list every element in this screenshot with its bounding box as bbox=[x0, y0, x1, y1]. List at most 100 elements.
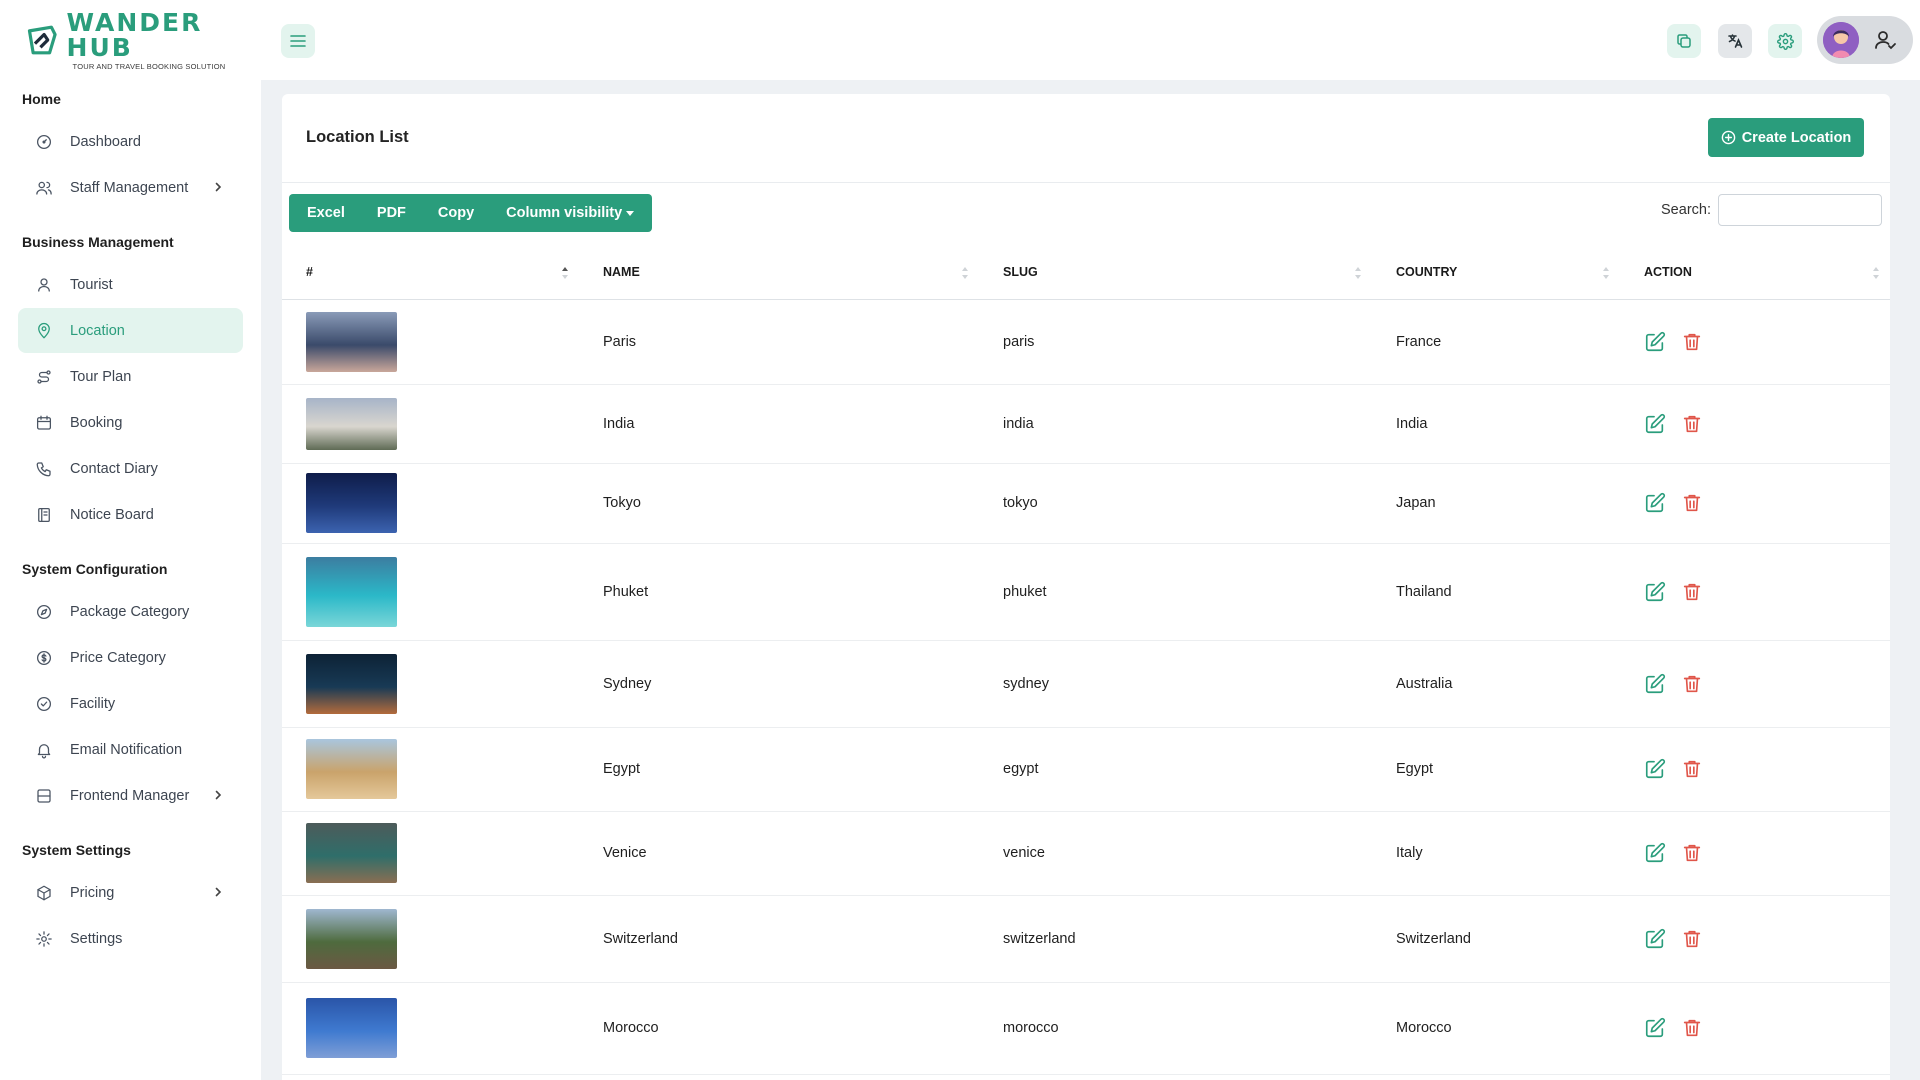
column-header-name[interactable]: NAME bbox=[579, 246, 979, 300]
sidebar-item-label: Staff Management bbox=[70, 179, 189, 196]
delete-icon[interactable] bbox=[1681, 413, 1703, 435]
delete-icon[interactable] bbox=[1681, 581, 1703, 603]
edit-icon[interactable] bbox=[1644, 673, 1666, 695]
sort-arrows-icon[interactable] bbox=[961, 266, 969, 280]
sidebar-item-location[interactable]: Location bbox=[18, 308, 243, 353]
location-thumbnail bbox=[306, 473, 397, 533]
sidebar-item-label: Pricing bbox=[70, 884, 115, 901]
delete-icon[interactable] bbox=[1681, 331, 1703, 353]
caret-down-icon bbox=[626, 210, 635, 216]
brand-logo[interactable]: WANDER HUB TOUR AND TRAVEL BOOKING SOLUT… bbox=[24, 10, 261, 70]
sidebar-item-label: Price Category bbox=[70, 649, 166, 666]
settings-button[interactable] bbox=[1768, 24, 1802, 58]
edit-icon[interactable] bbox=[1644, 581, 1666, 603]
sidebar-section-title: System Settings bbox=[22, 842, 131, 858]
edit-icon[interactable] bbox=[1644, 758, 1666, 780]
sidebar-item-tourist[interactable]: Tourist bbox=[18, 262, 243, 307]
sort-arrows-icon[interactable] bbox=[1602, 266, 1610, 280]
cell-slug: egypt bbox=[979, 727, 1372, 812]
sidebar-item-facility[interactable]: Facility bbox=[18, 681, 243, 726]
card-header: Location List Create Location bbox=[282, 94, 1890, 183]
edit-icon[interactable] bbox=[1644, 492, 1666, 514]
sidebar-item-notice-board[interactable]: Notice Board bbox=[18, 492, 243, 537]
cell-image bbox=[282, 982, 579, 1075]
sidebar-item-contact-diary[interactable]: Contact Diary bbox=[18, 446, 243, 491]
sidebar-item-dashboard[interactable]: Dashboard bbox=[18, 119, 243, 164]
cell-image bbox=[282, 543, 579, 641]
notice-icon bbox=[38, 507, 50, 522]
users-icon bbox=[36, 181, 52, 195]
edit-icon[interactable] bbox=[1644, 331, 1666, 353]
sort-arrows-icon[interactable] bbox=[1354, 266, 1362, 280]
sidebar-item-staff-management[interactable]: Staff Management bbox=[18, 165, 243, 210]
excel-button[interactable]: Excel bbox=[299, 205, 353, 221]
location-thumbnail bbox=[306, 823, 397, 883]
sidebar-item-tour-plan[interactable]: Tour Plan bbox=[18, 354, 243, 399]
gear-icon bbox=[1776, 32, 1794, 50]
chevron-right-icon bbox=[215, 887, 222, 897]
dollar-circle-icon bbox=[36, 650, 52, 665]
column-header-action[interactable]: ACTION bbox=[1620, 246, 1890, 300]
calendar-icon bbox=[36, 415, 52, 430]
table-row: Sydney sydney Australia bbox=[282, 640, 1890, 728]
edit-icon[interactable] bbox=[1644, 413, 1666, 435]
location-list-card: Location List Create Location Excel PDF … bbox=[282, 94, 1890, 1080]
sidebar: WANDER HUB TOUR AND TRAVEL BOOKING SOLUT… bbox=[0, 0, 261, 1080]
sort-arrows-icon[interactable] bbox=[561, 266, 569, 280]
cell-action bbox=[1620, 463, 1890, 544]
sidebar-item-package-category[interactable]: Package Category bbox=[18, 589, 243, 634]
create-location-label: Create Location bbox=[1741, 129, 1852, 146]
logo-mark-icon bbox=[27, 25, 57, 55]
sidebar-item-booking[interactable]: Booking bbox=[18, 400, 243, 445]
table-search: Search: bbox=[1661, 194, 1882, 226]
sidebar-item-label: Package Category bbox=[70, 603, 190, 620]
table-row: India india India bbox=[282, 384, 1890, 464]
sidebar-item-price-category[interactable]: Price Category bbox=[18, 635, 243, 680]
pdf-button[interactable]: PDF bbox=[369, 205, 414, 221]
delete-icon[interactable] bbox=[1681, 492, 1703, 514]
sort-arrows-icon[interactable] bbox=[1872, 266, 1880, 280]
column-header-index[interactable]: # bbox=[282, 246, 579, 300]
delete-icon[interactable] bbox=[1681, 673, 1703, 695]
location-thumbnail bbox=[306, 653, 397, 714]
profile-menu[interactable] bbox=[1817, 16, 1913, 64]
edit-icon[interactable] bbox=[1644, 928, 1666, 950]
location-thumbnail bbox=[306, 908, 397, 969]
delete-icon[interactable] bbox=[1681, 928, 1703, 950]
column-visibility-button[interactable]: Column visibility bbox=[498, 205, 642, 221]
search-input[interactable] bbox=[1718, 194, 1882, 226]
sidebar-item-label: Tour Plan bbox=[70, 368, 132, 385]
copy-export-button[interactable]: Copy bbox=[430, 205, 482, 221]
column-header-label: COUNTRY bbox=[1396, 265, 1458, 280]
column-header-slug[interactable]: SLUG bbox=[979, 246, 1372, 300]
cell-country: Morocco bbox=[1372, 982, 1620, 1075]
cell-slug: sydney bbox=[979, 640, 1372, 728]
cell-image bbox=[282, 811, 579, 896]
delete-icon[interactable] bbox=[1681, 758, 1703, 780]
column-header-country[interactable]: COUNTRY bbox=[1372, 246, 1620, 300]
sidebar-item-frontend-manager[interactable]: Frontend Manager bbox=[18, 773, 243, 818]
language-button[interactable] bbox=[1718, 24, 1752, 58]
cell-name: Morocco bbox=[579, 982, 979, 1075]
edit-icon[interactable] bbox=[1644, 842, 1666, 864]
edit-icon[interactable] bbox=[1644, 1017, 1666, 1039]
sidebar-item-label: Email Notification bbox=[70, 741, 183, 758]
cell-action bbox=[1620, 982, 1890, 1075]
sidebar-item-label: Dashboard bbox=[70, 133, 141, 150]
delete-icon[interactable] bbox=[1681, 1017, 1703, 1039]
sidebar-item-pricing[interactable]: Pricing bbox=[18, 870, 243, 915]
location-thumbnail bbox=[306, 397, 397, 450]
column-header-label: ACTION bbox=[1644, 265, 1692, 280]
sidebar-item-settings[interactable]: Settings bbox=[18, 916, 243, 961]
column-header-label: NAME bbox=[603, 265, 640, 280]
cell-image bbox=[282, 384, 579, 464]
create-location-button[interactable]: Create Location bbox=[1708, 118, 1864, 157]
location-thumbnail bbox=[306, 311, 397, 372]
cell-action bbox=[1620, 640, 1890, 728]
user-icon bbox=[38, 277, 50, 292]
delete-icon[interactable] bbox=[1681, 842, 1703, 864]
map-pin-icon bbox=[38, 322, 50, 338]
menu-toggle-button[interactable] bbox=[281, 24, 315, 58]
copy-button[interactable] bbox=[1667, 24, 1701, 58]
sidebar-item-email-notification[interactable]: Email Notification bbox=[18, 727, 243, 772]
